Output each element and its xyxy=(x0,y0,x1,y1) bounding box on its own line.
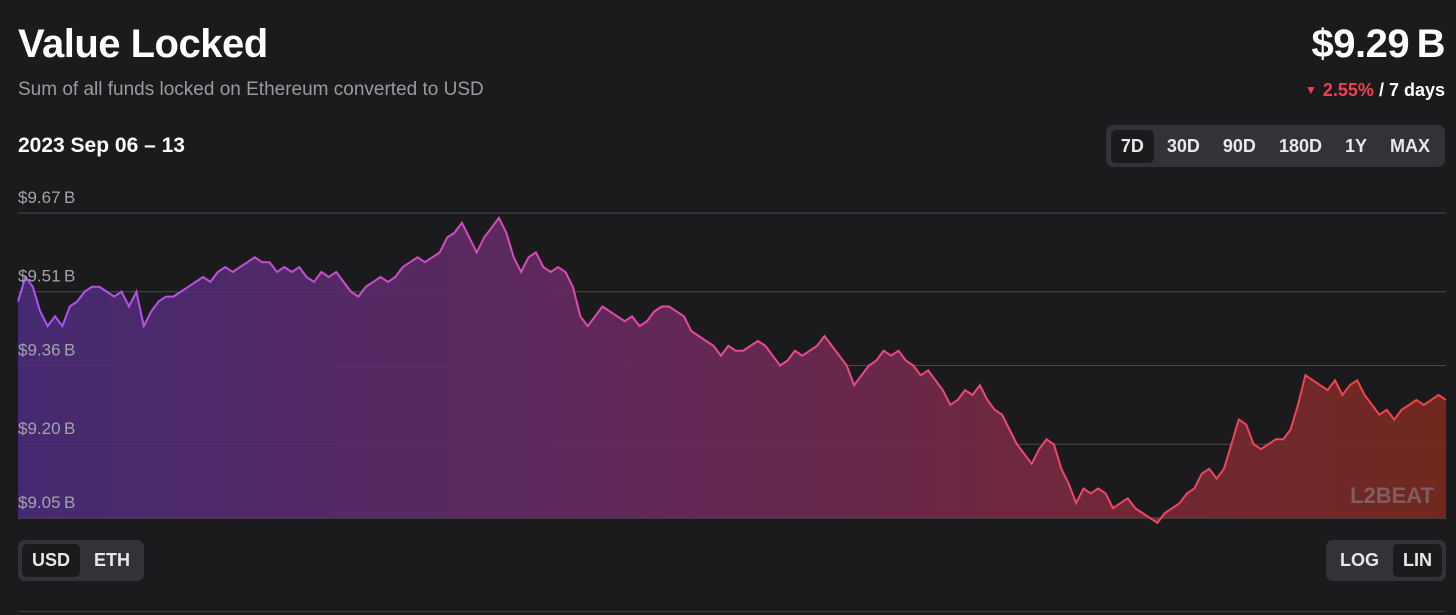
range-90d-button[interactable]: 90D xyxy=(1213,130,1266,163)
value-change: ▼ 2.55% / 7 days xyxy=(1305,80,1445,101)
page-subtitle: Sum of all funds locked on Ethereum conv… xyxy=(18,79,484,100)
range-180d-button[interactable]: 180D xyxy=(1269,130,1332,163)
usd-button[interactable]: USD xyxy=(22,544,81,577)
currency-toggle: USD ETH xyxy=(18,540,145,581)
date-range: 2023 Sep 06 – 13 xyxy=(18,134,185,157)
y-tick-label: $9.51 B xyxy=(18,267,75,286)
log-scale-button[interactable]: LOG xyxy=(1330,544,1389,577)
watermark-logo: L2BEAT xyxy=(1350,483,1434,508)
range-1y-button[interactable]: 1Y xyxy=(1335,130,1377,163)
total-value: $9.29 B xyxy=(1311,22,1446,66)
time-range-selector: 7D 30D 90D 180D 1Y MAX xyxy=(1105,125,1445,167)
value-locked-chart[interactable]: $9.05 B $9.20 B $9.36 B $9.51 B $9.67 B L2BE… xyxy=(0,180,1456,525)
range-max-button[interactable]: MAX xyxy=(1380,130,1440,163)
eth-button[interactable]: ETH xyxy=(84,544,140,577)
range-7d-button[interactable]: 7D xyxy=(1110,129,1154,163)
chart-svg[interactable]: $9.05 B $9.20 B $9.36 B $9.51 B $9.67 B L2BE… xyxy=(0,180,1456,525)
triangle-down-icon: ▼ xyxy=(1305,83,1317,97)
chart-area-fill xyxy=(18,217,1446,523)
range-30d-button[interactable]: 30D xyxy=(1157,130,1210,163)
scale-toggle: LOG LIN xyxy=(1326,540,1446,581)
section-divider xyxy=(18,611,1446,612)
y-tick-label: $9.20 B xyxy=(18,419,75,438)
lin-scale-button[interactable]: LIN xyxy=(1393,544,1442,577)
y-tick-label: $9.05 B xyxy=(18,493,75,512)
y-tick-label: $9.36 B xyxy=(18,341,75,360)
y-tick-label: $9.67 B xyxy=(18,188,75,207)
page-title: Value Locked xyxy=(18,22,268,66)
change-period: / 7 days xyxy=(1378,80,1445,100)
change-percent: 2.55% xyxy=(1322,80,1374,100)
